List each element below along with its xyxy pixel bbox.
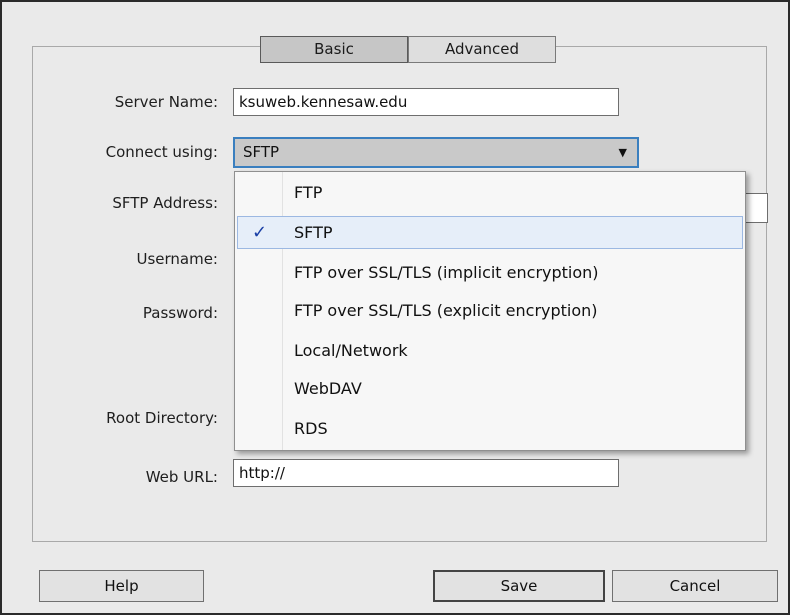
dropdown-option-webdav[interactable]: WebDAV [235, 372, 745, 405]
connect-using-label: Connect using: [105, 143, 218, 161]
checkmark-icon: ✓ [252, 222, 268, 243]
save-button[interactable]: Save [433, 570, 605, 602]
dropdown-option-rds[interactable]: RDS [235, 412, 745, 445]
connect-using-value: SFTP [243, 143, 280, 161]
root-directory-label: Root Directory: [106, 409, 218, 427]
dropdown-option-sftp[interactable]: ✓ SFTP [237, 216, 743, 249]
connect-using-select[interactable]: SFTP ▼ [233, 137, 639, 168]
tab-basic[interactable]: Basic [260, 36, 408, 63]
chevron-down-icon: ▼ [618, 146, 627, 159]
sftp-address-input[interactable] [746, 193, 768, 223]
dropdown-option-local-network[interactable]: Local/Network [235, 334, 745, 367]
help-button[interactable]: Help [39, 570, 204, 602]
server-name-input[interactable]: ksuweb.kennesaw.edu [233, 88, 619, 116]
tab-advanced[interactable]: Advanced [408, 36, 556, 63]
web-url-input[interactable]: http:// [233, 459, 619, 487]
dialog-window: Basic Advanced Server Name: ksuweb.kenne… [0, 0, 790, 615]
server-name-label: Server Name: [114, 93, 218, 111]
cancel-button[interactable]: Cancel [612, 570, 778, 602]
dropdown-option-ftp[interactable]: FTP [235, 176, 745, 209]
dropdown-option-ftps-implicit[interactable]: FTP over SSL/TLS (implicit encryption) [235, 256, 745, 289]
username-label: Username: [136, 250, 218, 268]
sftp-address-label: SFTP Address: [112, 194, 218, 212]
connect-using-dropdown: FTP ✓ SFTP FTP over SSL/TLS (implicit en… [234, 171, 746, 451]
web-url-label: Web URL: [145, 468, 218, 486]
password-label: Password: [142, 304, 218, 322]
dropdown-option-ftps-explicit[interactable]: FTP over SSL/TLS (explicit encryption) [235, 294, 745, 327]
